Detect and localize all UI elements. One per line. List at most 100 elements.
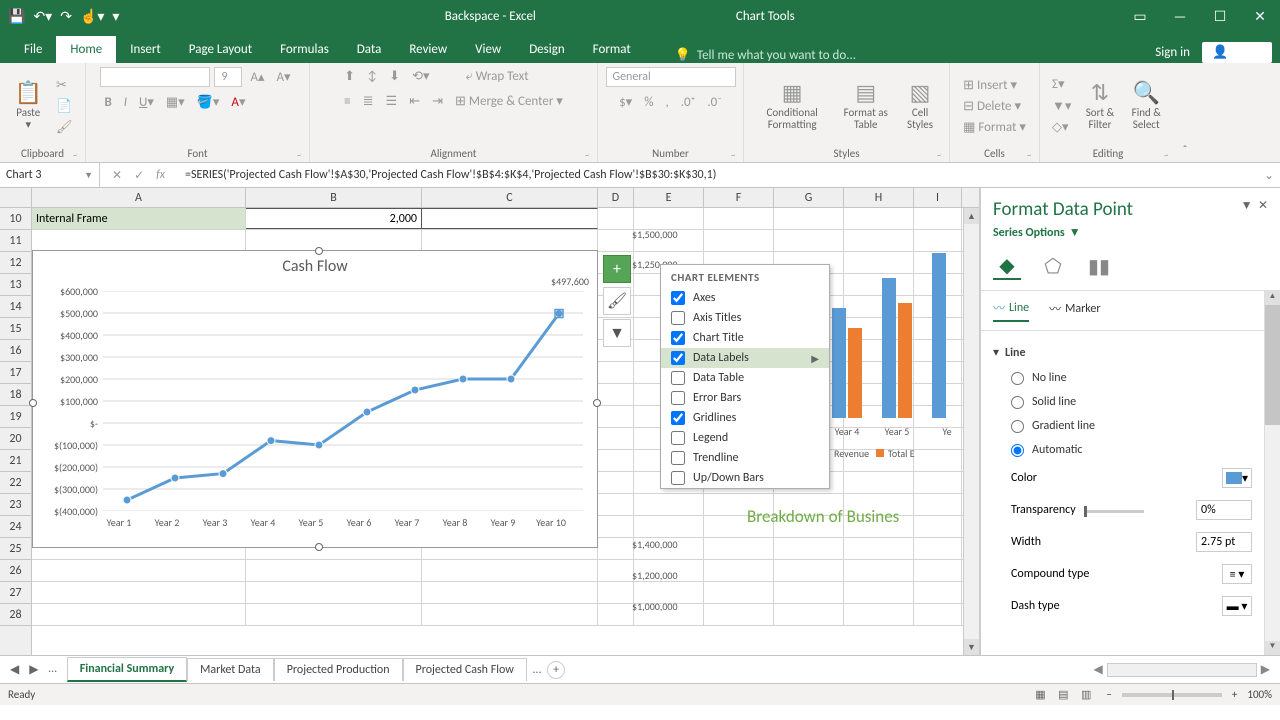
cell-E10[interactable]	[634, 208, 704, 229]
increase-font-icon[interactable]: A▴	[246, 68, 268, 87]
pane-scrollbar[interactable]: ▲ ▼	[1264, 291, 1280, 655]
redo-icon[interactable]: ↷	[60, 8, 72, 25]
expand-formula-icon[interactable]: ⌄	[1258, 168, 1280, 183]
scroll-down-icon[interactable]: ▼	[964, 639, 979, 655]
chart-element-data-labels[interactable]: Data Labels▶	[661, 348, 829, 368]
cell-D27[interactable]	[598, 582, 634, 603]
copy-icon[interactable]: 📄	[52, 97, 77, 116]
hscroll-right-icon[interactable]: ▶	[1257, 662, 1274, 677]
row-header-11[interactable]: 11	[0, 230, 31, 252]
cell-A10[interactable]: Internal Frame	[32, 208, 246, 229]
cell-I28[interactable]	[914, 604, 962, 625]
cell-D24[interactable]	[598, 516, 634, 537]
scroll-up-icon[interactable]: ▲	[964, 208, 979, 224]
col-header-B[interactable]: B	[246, 188, 422, 207]
series-options-dropdown[interactable]: Series Options▼	[981, 225, 1280, 246]
row-header-14[interactable]: 14	[0, 296, 31, 318]
borders-button[interactable]: ▦▾	[162, 93, 189, 112]
cell-H28[interactable]	[844, 604, 914, 625]
row-header-20[interactable]: 20	[0, 428, 31, 450]
increase-indent-icon[interactable]: ⇥	[428, 92, 447, 111]
chart-elements-button[interactable]: +	[603, 255, 631, 283]
col-header-F[interactable]: F	[704, 188, 774, 207]
cell-A11[interactable]	[32, 230, 246, 251]
insert-cells-button[interactable]: ⊞ Insert ▾	[959, 76, 1030, 95]
cut-icon[interactable]: ✂	[52, 76, 77, 95]
undo-icon[interactable]: ↶▾	[33, 8, 52, 25]
cell-D11[interactable]	[598, 230, 634, 251]
compound-type-picker[interactable]: ≡ ▾	[1222, 564, 1252, 584]
increase-decimal-icon[interactable]: .0⁺	[677, 93, 700, 112]
cell-D26[interactable]	[598, 560, 634, 581]
align-right-icon[interactable]: ☰	[382, 92, 402, 111]
chart-element-chart-title[interactable]: Chart Title	[661, 328, 829, 348]
vertical-scrollbar[interactable]: ▲ ▼	[963, 208, 979, 655]
chart-element-data-table[interactable]: Data Table	[661, 368, 829, 388]
cash-flow-chart[interactable]: Cash Flow $600,000$500,000$400,000$300,0…	[32, 250, 598, 548]
merge-center-button[interactable]: ⊞ Merge & Center ▾	[451, 92, 567, 111]
share-button[interactable]: 👤Share	[1202, 42, 1272, 63]
chart-title[interactable]: Cash Flow	[33, 251, 597, 276]
row-header-28[interactable]: 28	[0, 604, 31, 626]
row-header-16[interactable]: 16	[0, 340, 31, 362]
format-painter-icon[interactable]: 🖌	[52, 118, 77, 137]
cell-B27[interactable]	[246, 582, 422, 603]
format-as-table-button[interactable]: ▤Format as Table	[836, 77, 895, 135]
zoom-in-icon[interactable]: +	[1232, 688, 1237, 701]
cell-F10[interactable]	[704, 208, 774, 229]
save-icon[interactable]: 💾	[8, 8, 25, 25]
cell-A26[interactable]	[32, 560, 246, 581]
col-header-C[interactable]: C	[422, 188, 598, 207]
minimize-icon[interactable]: —	[1160, 0, 1200, 33]
sheet-tab-financial-summary[interactable]: Financial Summary	[67, 657, 187, 682]
chart-element-trendline[interactable]: Trendline	[661, 448, 829, 468]
align-left-icon[interactable]: ≡	[340, 92, 354, 111]
cell-D23[interactable]	[598, 494, 634, 515]
cell-C27[interactable]	[422, 582, 598, 603]
sheet-nav-next-icon[interactable]: ▶	[29, 662, 38, 677]
cell-D10[interactable]	[598, 208, 634, 229]
chart-element-axes[interactable]: Axes	[661, 288, 829, 308]
cell-I25[interactable]	[914, 538, 962, 559]
row-header-23[interactable]: 23	[0, 494, 31, 516]
row-header-18[interactable]: 18	[0, 384, 31, 406]
cell-H25[interactable]	[844, 538, 914, 559]
formula-input[interactable]: =SERIES('Projected Cash Flow'!$A$30,'Pro…	[177, 168, 1258, 182]
row-header-26[interactable]: 26	[0, 560, 31, 582]
conditional-formatting-button[interactable]: ▦Conditional Formatting	[752, 77, 832, 135]
col-header-D[interactable]: D	[598, 188, 634, 207]
cell-I27[interactable]	[914, 582, 962, 603]
cell-H22[interactable]	[844, 472, 914, 493]
cell-B26[interactable]	[246, 560, 422, 581]
page-layout-view-icon[interactable]: ▤	[1053, 685, 1073, 704]
cell-G27[interactable]	[774, 582, 844, 603]
align-middle-icon[interactable]: ↕	[363, 67, 381, 86]
align-center-icon[interactable]: ≣	[359, 92, 378, 111]
row-header-13[interactable]: 13	[0, 274, 31, 296]
dash-type-picker[interactable]: ▬ ▾	[1222, 596, 1252, 616]
series-options-icon[interactable]: ▮▮	[1085, 252, 1113, 280]
name-box[interactable]: Chart 3▼	[0, 163, 100, 187]
tab-file[interactable]: File	[10, 36, 56, 63]
tell-me-input[interactable]: 💡Tell me what you want to do...	[645, 48, 856, 63]
font-size-input[interactable]	[214, 67, 242, 87]
bold-button[interactable]: B	[100, 93, 115, 112]
spreadsheet-grid[interactable]: A B C D E F G H I 1011121314151617181920…	[0, 188, 980, 655]
chart-element-axis-titles[interactable]: Axis Titles	[661, 308, 829, 328]
font-color-button[interactable]: A▾	[227, 93, 249, 112]
cell-D28[interactable]	[598, 604, 634, 625]
tab-formulas[interactable]: Formulas	[266, 36, 343, 63]
tab-review[interactable]: Review	[395, 36, 461, 63]
row-header-12[interactable]: 12	[0, 252, 31, 274]
solid-line-radio[interactable]: Solid line	[1011, 390, 1252, 414]
automatic-radio[interactable]: Automatic	[1011, 438, 1252, 462]
zoom-out-icon[interactable]: −	[1106, 688, 1111, 701]
cell-D19[interactable]	[598, 406, 634, 427]
cell-D18[interactable]	[598, 384, 634, 405]
cell-H27[interactable]	[844, 582, 914, 603]
cell-I10[interactable]	[914, 208, 962, 229]
cell-F26[interactable]	[704, 560, 774, 581]
row-header-27[interactable]: 27	[0, 582, 31, 604]
enter-formula-icon[interactable]: ✓	[134, 168, 144, 183]
page-break-view-icon[interactable]: ▥	[1076, 685, 1096, 704]
